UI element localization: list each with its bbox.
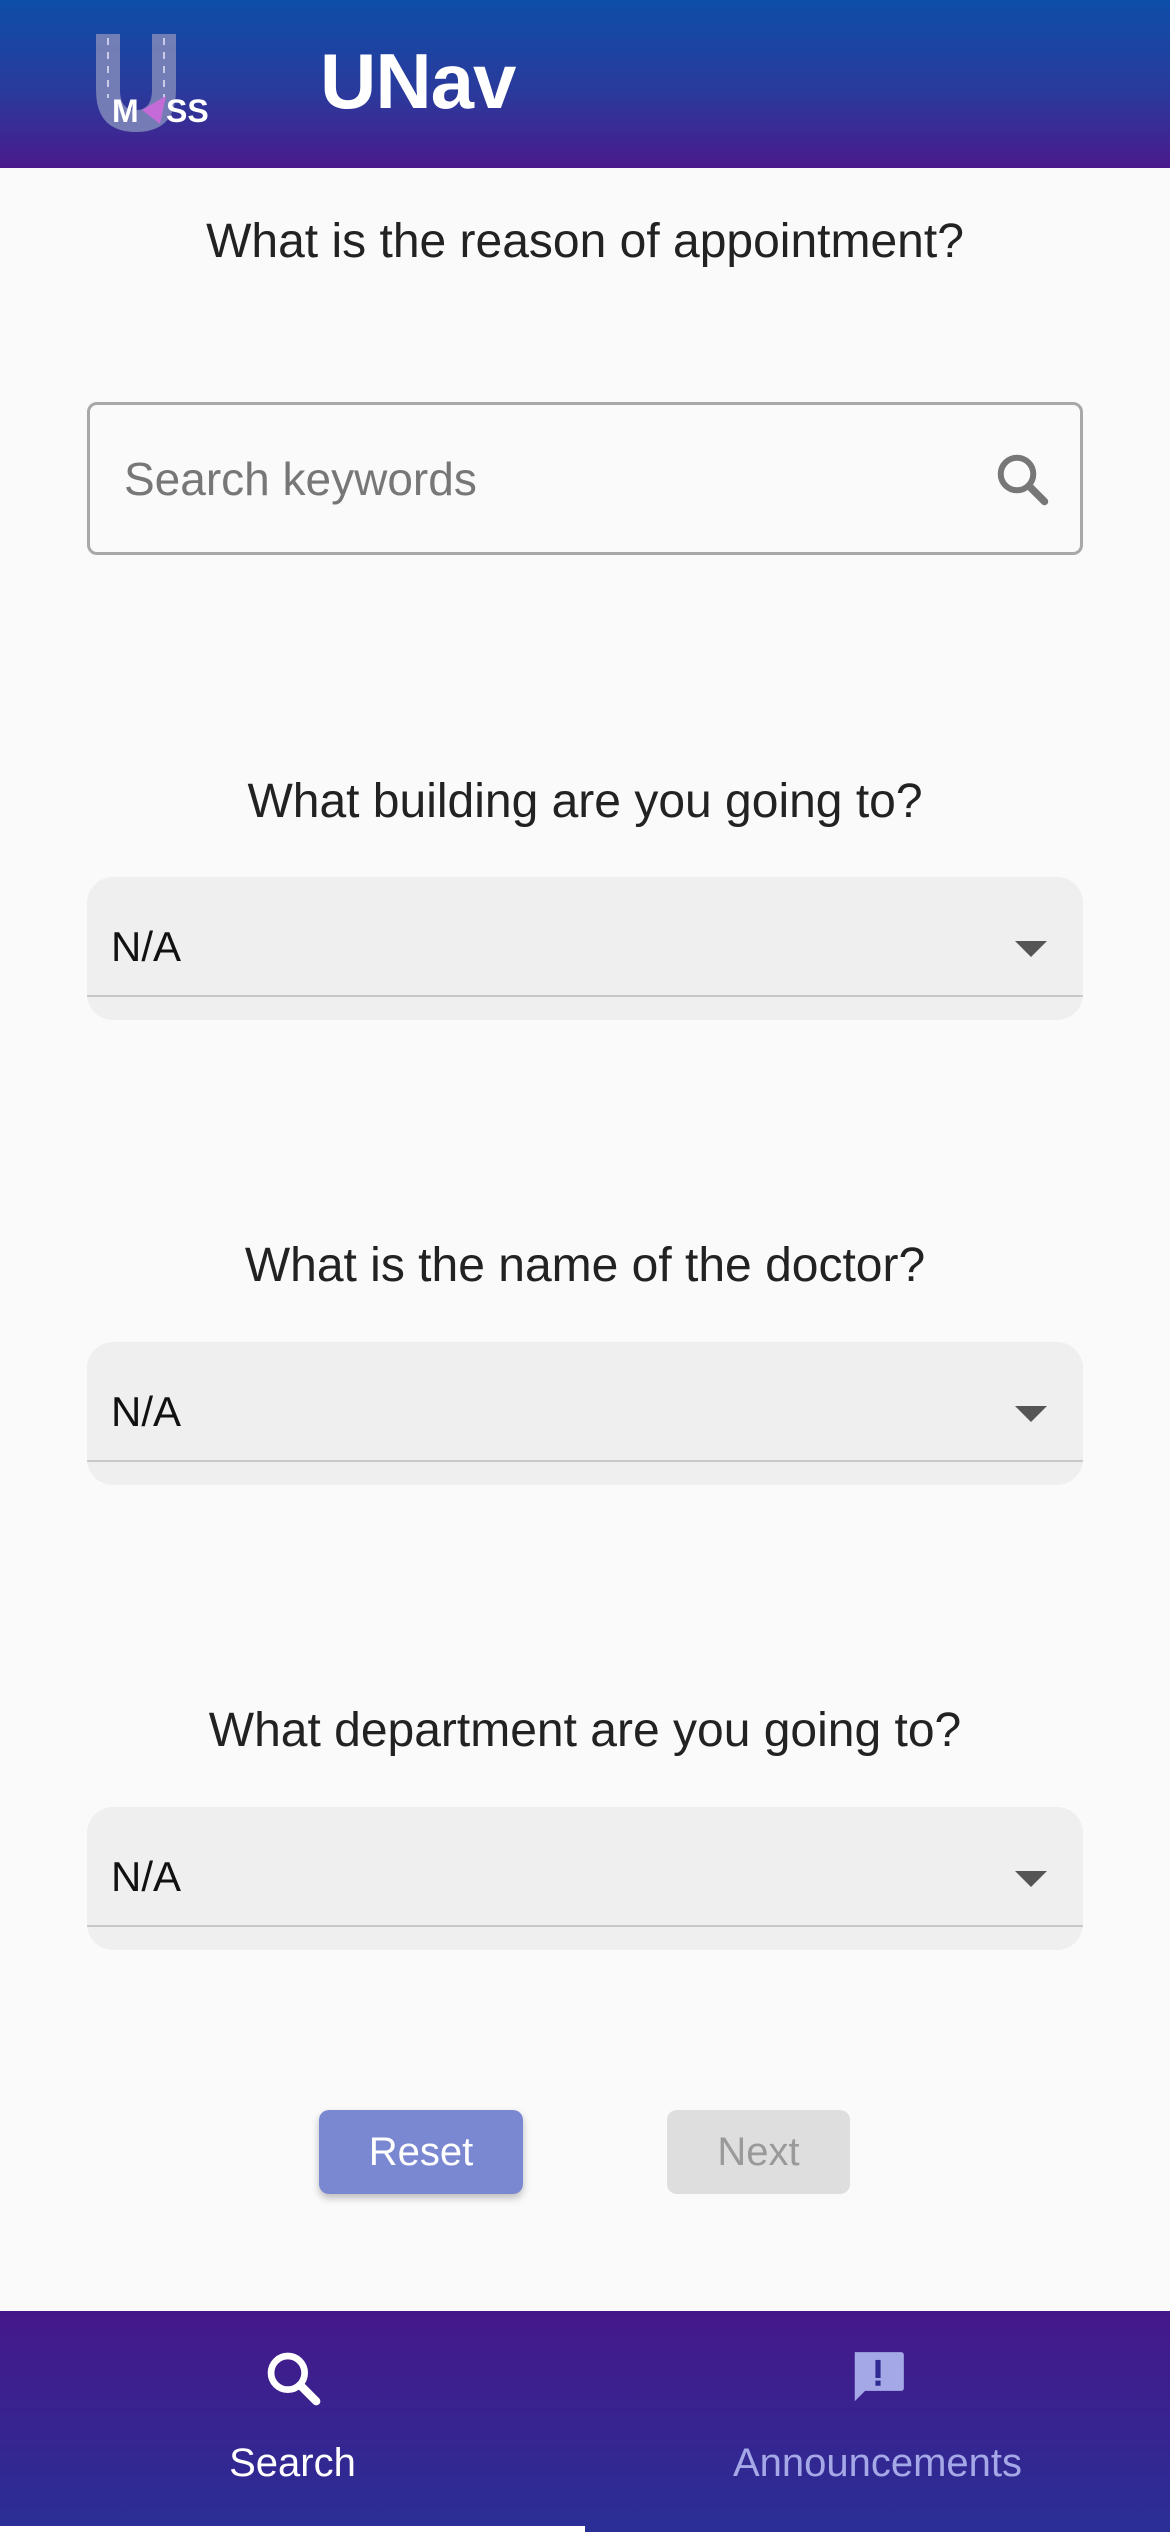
- doctor-question: What is the name of the doctor?: [244, 1239, 926, 1292]
- department-dropdown[interactable]: N/A: [87, 1807, 1083, 1950]
- nav-label-announcements: Announcements: [732, 2441, 1023, 2485]
- nav-item-search[interactable]: Search: [0, 2311, 585, 2532]
- doctor-selected-value: N/A: [111, 1388, 182, 1435]
- nav-label-search: Search: [229, 2441, 356, 2485]
- next-button[interactable]: Next: [667, 2110, 850, 2194]
- building-dropdown[interactable]: N/A: [87, 877, 1083, 1020]
- dropdown-underline: [87, 995, 1083, 997]
- active-tab-indicator: [0, 2526, 585, 2532]
- chevron-down-icon[interactable]: [1015, 1406, 1047, 1422]
- department-question: What department are you going to?: [208, 1704, 962, 1757]
- chevron-down-icon[interactable]: [1015, 941, 1047, 957]
- building-question: What building are you going to?: [247, 775, 923, 828]
- search-field[interactable]: [87, 402, 1083, 555]
- building-selected-value: N/A: [111, 923, 182, 970]
- svg-text:M: M: [112, 93, 139, 129]
- chevron-down-icon[interactable]: [1015, 1871, 1047, 1887]
- search-icon: [262, 2347, 324, 2409]
- app-header: M SS UNav: [0, 0, 1170, 168]
- reason-question: What is the reason of appointment?: [206, 215, 964, 268]
- dropdown-underline: [87, 1460, 1083, 1462]
- svg-text:SS: SS: [166, 93, 209, 129]
- umass-logo: M SS: [90, 28, 230, 138]
- app-title: UNav: [320, 37, 516, 125]
- reset-button[interactable]: Reset: [319, 2110, 523, 2194]
- bottom-navigation: Search Announcements: [0, 2311, 1170, 2532]
- doctor-dropdown[interactable]: N/A: [87, 1342, 1083, 1485]
- search-icon[interactable]: [992, 449, 1052, 509]
- department-selected-value: N/A: [111, 1853, 182, 1900]
- dropdown-underline: [87, 1925, 1083, 1927]
- app-root: M SS UNav What is the reason of appointm…: [0, 0, 1170, 2532]
- announcement-icon: [847, 2347, 909, 2409]
- search-input[interactable]: [124, 405, 984, 552]
- nav-item-announcements[interactable]: Announcements: [585, 2311, 1170, 2532]
